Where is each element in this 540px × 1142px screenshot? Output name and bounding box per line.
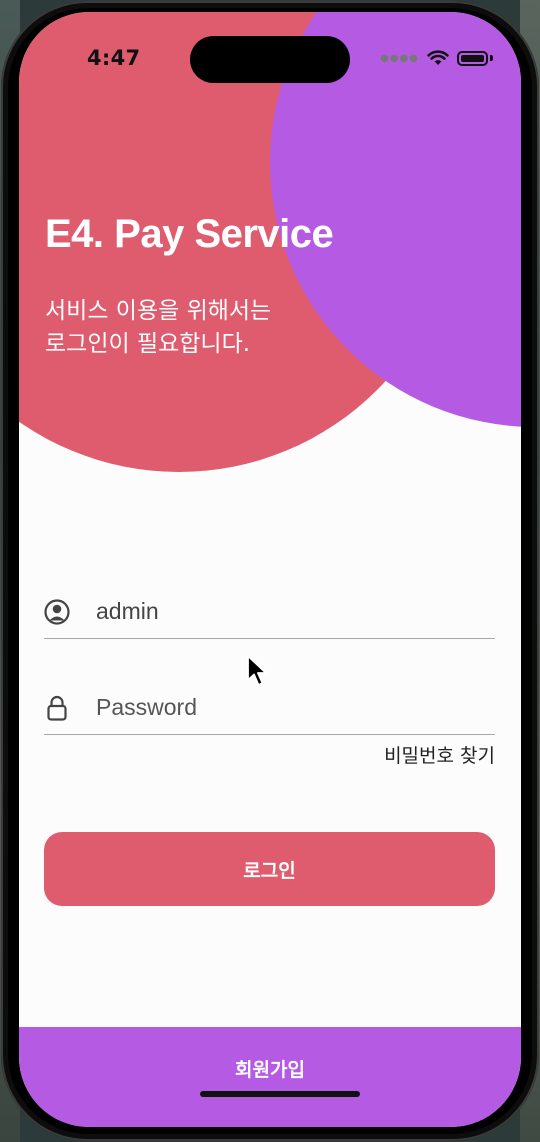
wifi-icon <box>427 50 449 65</box>
status-time: 4:47 <box>87 46 141 70</box>
signup-button[interactable]: 회원가입 <box>19 1027 521 1127</box>
app-title: E4. Pay Service <box>45 212 334 256</box>
status-icons: ●●●● <box>380 48 493 68</box>
login-required-message: 서비스 이용을 위해서는 로그인이 필요합니다. <box>45 298 272 357</box>
lock-icon <box>47 695 67 721</box>
username-input[interactable] <box>96 594 486 628</box>
password-input[interactable] <box>96 690 486 724</box>
battery-cap <box>490 55 493 61</box>
dynamic-island <box>190 36 350 83</box>
signal-dots-icon: ●●●● <box>380 52 419 64</box>
password-field[interactable] <box>44 680 495 735</box>
user-circle-icon <box>44 599 70 625</box>
mouse-pointer-icon <box>247 655 267 686</box>
username-field[interactable] <box>44 584 495 639</box>
login-button[interactable]: 로그인 <box>44 832 495 906</box>
find-password-link[interactable]: 비밀번호 찾기 <box>384 741 495 768</box>
battery-icon <box>457 50 488 66</box>
app-screen: 4:47 ●●●● E4. Pay Service 서비스 이용을 위해서는 로… <box>19 12 521 1127</box>
home-indicator <box>200 1091 360 1097</box>
